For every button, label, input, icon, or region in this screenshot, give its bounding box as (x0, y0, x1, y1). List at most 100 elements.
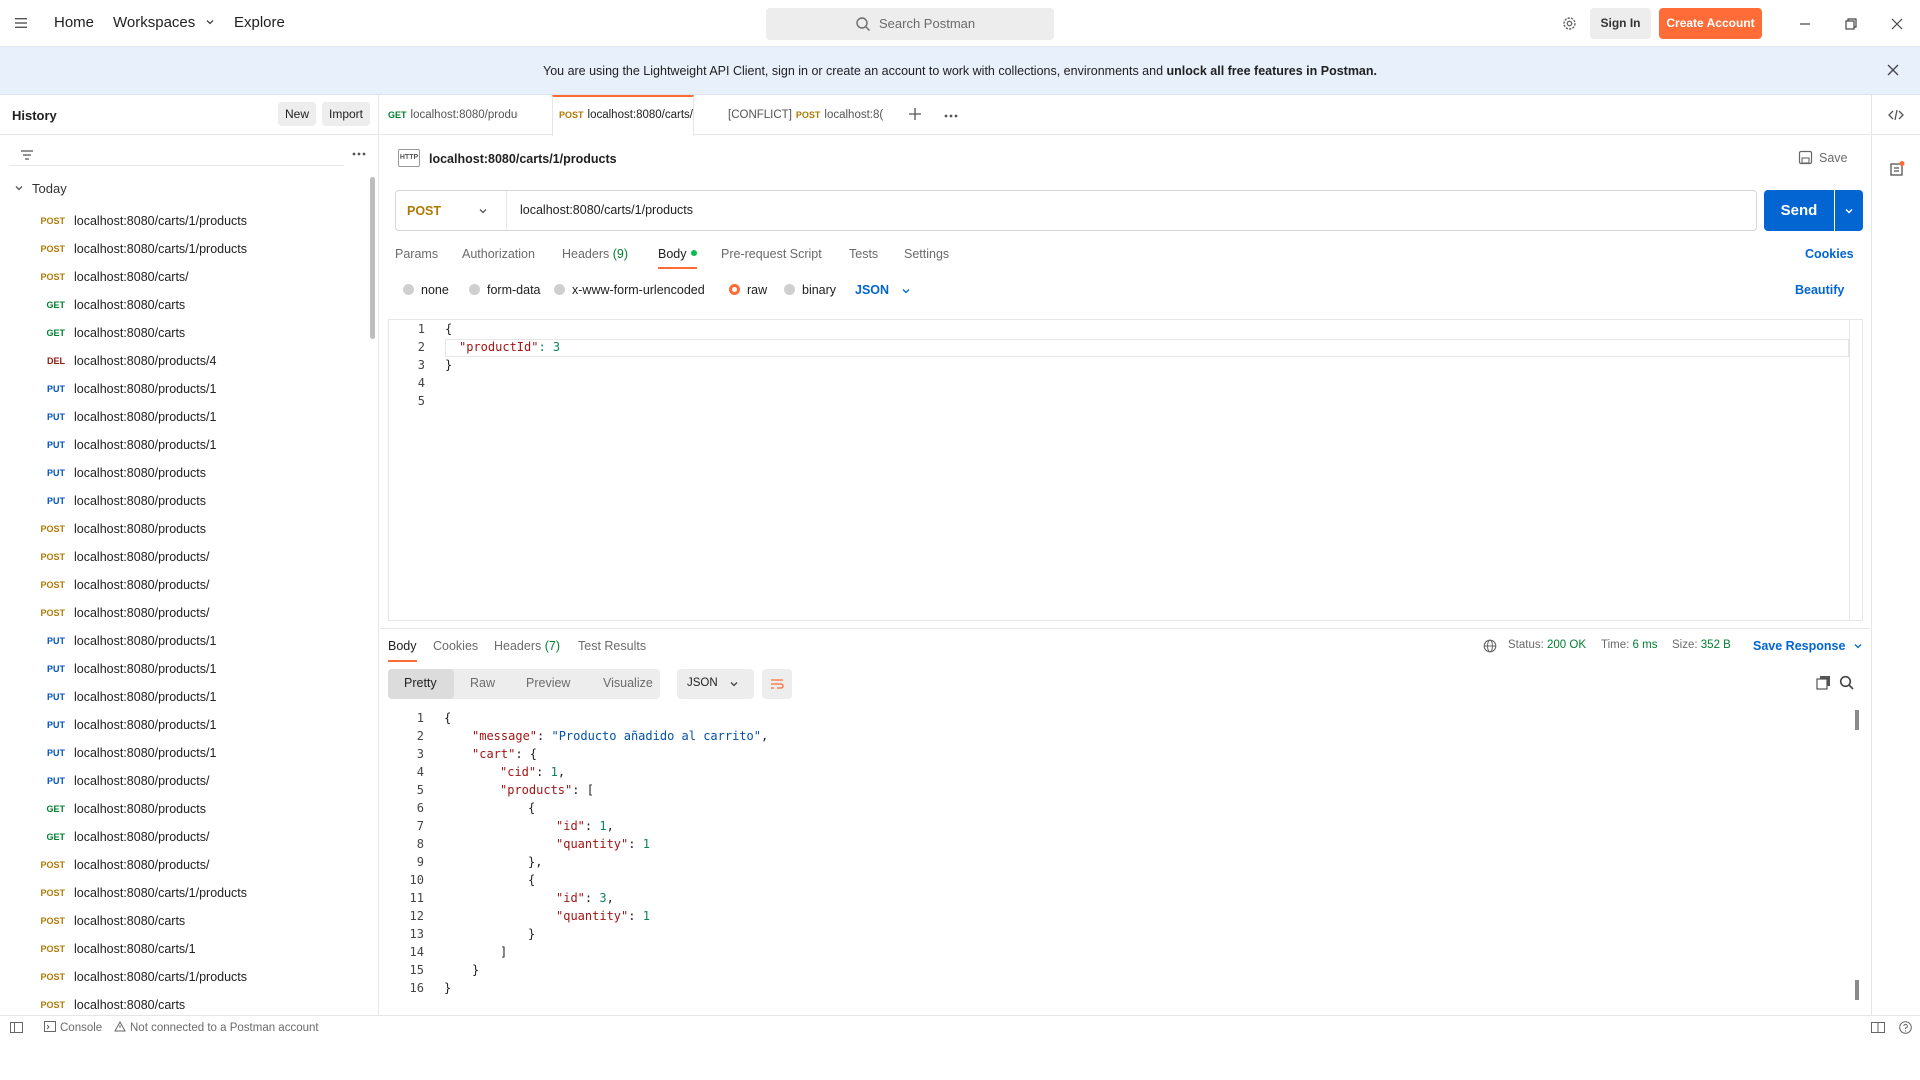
history-item[interactable]: PUT localhost:8080/products/1 (0, 403, 370, 431)
history-item[interactable]: PUT localhost:8080/products (0, 487, 370, 515)
view-mode-pretty[interactable]: Pretty (404, 676, 437, 690)
response-scrollbar-top[interactable] (1855, 710, 1859, 730)
history-item[interactable]: POST localhost:8080/carts (0, 991, 370, 1015)
history-item[interactable]: PUT localhost:8080/products/1 (0, 375, 370, 403)
sidebar-scrollbar[interactable] (370, 177, 375, 339)
minimize-icon[interactable] (1795, 14, 1815, 34)
history-item[interactable]: POST localhost:8080/carts/1/products (0, 235, 370, 263)
history-item[interactable]: GET localhost:8080/carts (0, 319, 370, 347)
history-item[interactable]: PUT localhost:8080/products/1 (0, 655, 370, 683)
globe-icon[interactable] (1483, 639, 1497, 653)
tab-pre-request-script[interactable]: Pre-request Script (721, 247, 822, 261)
history-item[interactable]: POST localhost:8080/products/ (0, 599, 370, 627)
history-item[interactable]: PUT localhost:8080/products/ (0, 767, 370, 795)
response-status[interactable]: Status: 200 OK (1508, 639, 1586, 651)
history-item[interactable]: POST localhost:8080/carts/ (0, 263, 370, 291)
history-item[interactable]: PUT localhost:8080/products/1 (0, 711, 370, 739)
history-item[interactable]: PUT localhost:8080/products (0, 459, 370, 487)
console-button[interactable]: Console (44, 1021, 102, 1034)
close-window-icon[interactable] (1887, 14, 1907, 34)
tab-params[interactable]: Params (395, 247, 438, 261)
hamburger-menu-icon[interactable] (13, 15, 29, 31)
method-select[interactable]: POST (407, 204, 441, 218)
response-tab-body[interactable]: Body (388, 639, 417, 662)
history-item[interactable]: POST localhost:8080/products/ (0, 571, 370, 599)
send-button[interactable]: Send (1764, 190, 1834, 231)
body-format-select[interactable]: JSON (855, 283, 889, 297)
send-options-button[interactable] (1835, 190, 1863, 231)
new-button[interactable]: New (278, 102, 316, 126)
sign-in-button[interactable]: Sign In (1590, 8, 1651, 39)
copy-icon[interactable] (1816, 675, 1831, 690)
radio-x-www-form-urlencoded[interactable]: x-www-form-urlencoded (554, 283, 705, 297)
view-mode-visualize[interactable]: Visualize (603, 676, 653, 690)
tab-conflict-post[interactable]: [CONFLICT] POST localhost:8( (728, 95, 886, 135)
connection-status[interactable]: Not connected to a Postman account (114, 1020, 319, 1034)
history-item[interactable]: PUT localhost:8080/products/1 (0, 683, 370, 711)
sidebar-toggle-icon[interactable] (10, 1022, 23, 1033)
response-tab-cookies[interactable]: Cookies (433, 639, 478, 653)
history-item[interactable]: GET localhost:8080/products/ (0, 823, 370, 851)
save-button[interactable]: Save (1798, 150, 1848, 165)
history-item[interactable]: POST localhost:8080/products/ (0, 543, 370, 571)
beautify-link[interactable]: Beautify (1795, 283, 1844, 297)
url-input[interactable]: localhost:8080/carts/1/products (520, 203, 693, 217)
request-body-editor[interactable]: 1 {2 "productId": 3 3} 4 5 (388, 319, 1863, 621)
layout-icon[interactable] (1871, 1022, 1885, 1033)
radio-binary[interactable]: binary (784, 283, 836, 297)
radio-form-data[interactable]: form-data (469, 283, 541, 297)
cookies-link[interactable]: Cookies (1805, 247, 1854, 261)
history-item[interactable]: POST localhost:8080/carts/1 (0, 935, 370, 963)
tab-settings[interactable]: Settings (904, 247, 949, 261)
history-item[interactable]: POST localhost:8080/carts/1/products (0, 963, 370, 991)
code-snippet-icon[interactable] (1888, 108, 1904, 122)
restore-icon[interactable] (1841, 14, 1861, 34)
import-button[interactable]: Import (322, 102, 370, 126)
add-tab-icon[interactable] (908, 107, 922, 121)
history-item[interactable]: POST localhost:8080/carts (0, 907, 370, 935)
history-item[interactable]: POST localhost:8080/carts/1/products (0, 207, 370, 235)
view-mode-raw[interactable]: Raw (470, 676, 495, 690)
history-item[interactable]: PUT localhost:8080/products/1 (0, 627, 370, 655)
more-options-icon[interactable] (352, 151, 366, 157)
history-item[interactable]: POST localhost:8080/products/ (0, 851, 370, 879)
tab-headers[interactable]: Headers (9) (562, 247, 628, 261)
wrap-lines-button[interactable] (762, 669, 792, 699)
create-account-button[interactable]: Create Account (1659, 8, 1762, 39)
history-item[interactable]: GET localhost:8080/carts (0, 291, 370, 319)
history-item[interactable]: POST localhost:8080/carts/1/products (0, 879, 370, 907)
tab-options-icon[interactable] (944, 113, 958, 119)
response-tab-test-results[interactable]: Test Results (578, 639, 646, 653)
nav-home[interactable]: Home (54, 14, 94, 31)
history-item[interactable]: GET localhost:8080/products (0, 795, 370, 823)
tab-authorization[interactable]: Authorization (462, 247, 535, 261)
save-response-button[interactable]: Save Response (1753, 639, 1863, 653)
search-icon[interactable] (1839, 675, 1854, 690)
history-filter-input[interactable] (9, 144, 344, 166)
search-input[interactable]: Search Postman (766, 8, 1054, 40)
nav-explore[interactable]: Explore (234, 14, 285, 31)
response-format-select[interactable]: JSON (677, 669, 754, 699)
radio-none[interactable]: none (403, 283, 449, 297)
help-icon[interactable] (1899, 1021, 1912, 1034)
response-tab-headers[interactable]: Headers (7) (494, 639, 560, 653)
history-group-today[interactable]: Today (14, 181, 67, 196)
request-name[interactable]: localhost:8080/carts/1/products (429, 152, 617, 166)
tab-post-carts-products[interactable]: POSTlocalhost:8080/carts/1/p (552, 95, 694, 136)
radio-raw[interactable]: raw (729, 283, 767, 297)
history-item[interactable]: DEL localhost:8080/products/4 (0, 347, 370, 375)
response-scrollbar-bottom[interactable] (1855, 980, 1859, 1000)
nav-workspaces[interactable]: Workspaces (113, 14, 215, 31)
response-size[interactable]: Size: 352 B (1672, 639, 1731, 651)
history-item[interactable]: PUT localhost:8080/products/1 (0, 739, 370, 767)
close-icon[interactable] (1886, 63, 1900, 77)
documentation-icon[interactable] (1889, 161, 1905, 177)
tab-body[interactable]: Body (658, 247, 697, 269)
response-body-viewer[interactable]: 1 2 3 4 5 6 7 8 9 10 11 12 13 14 15 16 {… (388, 709, 1863, 1015)
response-time[interactable]: Time: 6 ms (1601, 639, 1657, 651)
tab-get-products[interactable]: GETlocalhost:8080/products (388, 95, 518, 135)
gear-icon[interactable] (1561, 15, 1578, 32)
tab-tests[interactable]: Tests (849, 247, 878, 261)
history-item[interactable]: PUT localhost:8080/products/1 (0, 431, 370, 459)
view-mode-preview[interactable]: Preview (526, 676, 570, 690)
